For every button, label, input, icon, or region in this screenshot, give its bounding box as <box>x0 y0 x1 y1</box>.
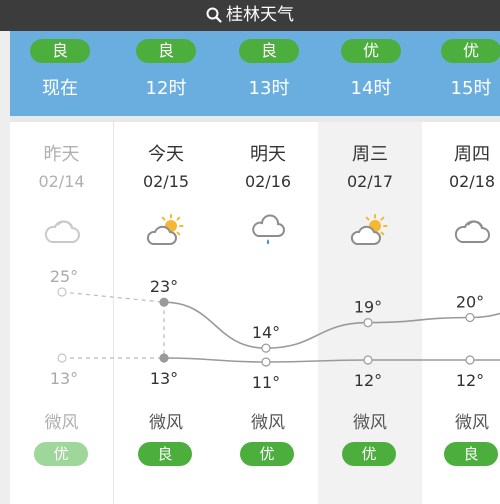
aqi-badge: 良 <box>444 442 498 466</box>
day-date: 02/18 <box>448 172 496 191</box>
day-name: 明天 <box>250 144 286 165</box>
aqi-badge: 优 <box>342 442 396 466</box>
hour-label: 14时 <box>350 78 392 99</box>
left-edge-strip <box>0 31 10 504</box>
wind-label: 微风 <box>44 413 79 433</box>
day-column-tomorrow[interactable]: 明天 02/16 微风 优 <box>216 122 320 504</box>
aqi-badge: 良 <box>138 442 192 466</box>
search-title-wrap[interactable]: 桂林天气 <box>0 4 500 26</box>
day-column-thu[interactable]: 周四 02/18 微风 良 <box>420 122 500 504</box>
partly-cloudy-icon <box>350 214 388 245</box>
wind-label: 微风 <box>353 413 387 433</box>
hour-label: 现在 <box>42 78 78 99</box>
day-name: 今天 <box>148 144 184 165</box>
aqi-badge: 优 <box>240 442 294 466</box>
wind-label: 微风 <box>251 413 285 433</box>
cloudy-icon <box>454 220 490 243</box>
hourly-item[interactable]: 良 12时 <box>126 31 206 116</box>
day-column-wed[interactable]: 周三 02/17 微风 优 <box>318 122 422 504</box>
search-icon <box>206 7 222 23</box>
day-column-today[interactable]: 今天 02/15 微风 良 <box>114 122 218 504</box>
hour-label: 15时 <box>450 78 492 99</box>
hourly-item[interactable]: 良 13时 <box>229 31 309 116</box>
wind-label: 微风 <box>149 413 183 433</box>
daily-forecast[interactable]: 昨天 02/14 微风 优 今天 02/15 微风 良 明天 02/16 微风 … <box>10 122 500 504</box>
wind-label: 微风 <box>455 413 489 433</box>
light-rain-icon <box>252 214 285 245</box>
search-bar[interactable]: 桂林天气 <box>0 0 500 31</box>
hourly-item[interactable]: 良 现在 <box>20 31 100 116</box>
day-name: 昨天 <box>43 144 80 165</box>
hourly-item[interactable]: 优 14时 <box>331 31 411 116</box>
aqi-badge: 良 <box>136 39 196 63</box>
hour-label: 13时 <box>248 78 290 99</box>
hourly-item[interactable]: 优 15时 <box>431 31 500 116</box>
cloudy-icon <box>44 220 80 243</box>
aqi-badge: 优 <box>441 39 500 63</box>
day-date: 02/17 <box>346 172 394 191</box>
hour-label: 12时 <box>145 78 187 99</box>
partly-cloudy-icon <box>146 214 184 245</box>
day-date: 02/16 <box>244 172 292 191</box>
day-name: 周三 <box>352 144 388 165</box>
aqi-badge: 优 <box>34 442 88 466</box>
day-column-yesterday[interactable]: 昨天 02/14 微风 优 <box>10 122 114 504</box>
hourly-forecast[interactable]: 良 现在 良 12时 良 13时 优 14时 优 15时 <box>10 31 500 116</box>
aqi-badge: 良 <box>239 39 299 63</box>
aqi-badge: 良 <box>30 39 90 63</box>
aqi-badge: 优 <box>341 39 401 63</box>
day-date: 02/14 <box>38 172 85 191</box>
search-title: 桂林天气 <box>226 5 294 25</box>
day-name: 周四 <box>454 144 490 165</box>
day-date: 02/15 <box>142 172 190 191</box>
